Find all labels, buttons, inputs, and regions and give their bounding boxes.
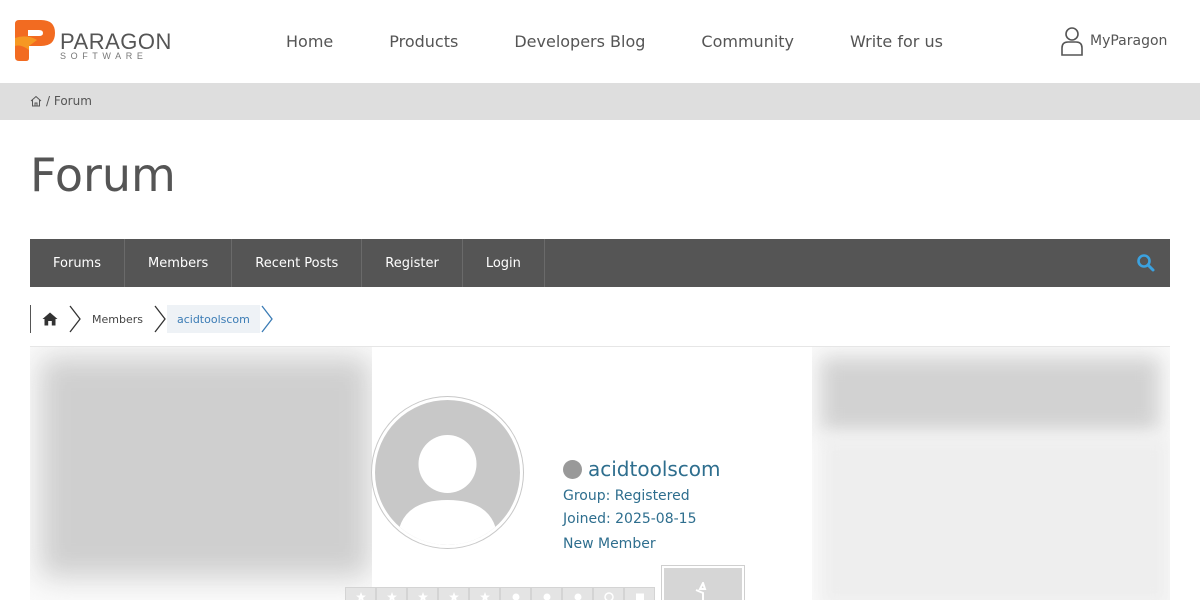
gear-icon — [500, 587, 531, 600]
star-icon — [469, 587, 500, 600]
search-icon[interactable] — [1136, 253, 1156, 273]
avatar[interactable] — [372, 397, 523, 548]
nav-products[interactable]: Products — [389, 32, 458, 51]
forum-crumb-home[interactable] — [30, 305, 68, 333]
member-joined: Joined: 2025-08-15 — [563, 511, 697, 527]
paragon-logo-mark-icon — [15, 20, 55, 61]
cover-blur-right — [820, 437, 1170, 600]
logo-wordmark: PARAGON — [60, 29, 172, 54]
star-icon — [376, 587, 407, 600]
gear-icon — [624, 587, 655, 600]
home-icon[interactable] — [30, 95, 42, 107]
star-icon — [407, 587, 438, 600]
star-icon — [345, 587, 376, 600]
myparagon-link[interactable]: MyParagon — [1060, 26, 1167, 56]
nav-developers-blog[interactable]: Developers Blog — [514, 32, 645, 51]
chevron-right-icon — [69, 305, 81, 333]
forum-nav: Forums Members Recent Posts Register Log… — [30, 239, 1170, 287]
breadcrumb-forum[interactable]: / Forum — [46, 94, 92, 108]
logo-subtitle: SOFTWARE — [60, 51, 148, 61]
default-avatar-icon — [397, 435, 498, 545]
breadcrumb: / Forum — [0, 83, 1200, 120]
nav-write-for-us[interactable]: Write for us — [850, 32, 943, 51]
member-name: acidtoolscom — [588, 457, 721, 481]
nav-community[interactable]: Community — [701, 32, 794, 51]
forum-crumb-members[interactable]: Members — [82, 305, 153, 333]
forum-nav-members[interactable]: Members — [125, 239, 233, 287]
star-icon — [438, 587, 469, 600]
cover-blur-right-top — [820, 357, 1160, 432]
forum-breadcrumb: Members acidtoolscom — [30, 305, 274, 333]
forum-nav-login[interactable]: Login — [463, 239, 545, 287]
gear-icon — [562, 587, 593, 600]
globe-icon — [593, 587, 624, 600]
forum-nav-register[interactable]: Register — [362, 239, 463, 287]
main-nav: Home Products Developers Blog Community … — [258, 0, 971, 83]
paragon-logo[interactable]: PARAGON SOFTWARE — [15, 20, 171, 64]
user-icon — [1061, 27, 1083, 56]
forum-crumb-current[interactable]: acidtoolscom — [166, 305, 260, 333]
nav-home[interactable]: Home — [286, 32, 333, 51]
myparagon-label: MyParagon — [1090, 33, 1168, 49]
home-icon — [42, 312, 57, 326]
offline-status-icon — [563, 459, 582, 479]
chevron-right-icon — [261, 305, 273, 333]
member-rank: New Member — [563, 536, 656, 552]
rank-stars — [345, 587, 655, 600]
gear-icon — [531, 587, 562, 600]
member-group: Group: Registered — [563, 488, 690, 504]
rank-badge-icon — [662, 566, 744, 600]
forum-nav-forums[interactable]: Forums — [30, 239, 125, 287]
cover-blur-left — [40, 357, 370, 577]
forum-nav-recent-posts[interactable]: Recent Posts — [232, 239, 363, 287]
chevron-right-icon — [154, 305, 166, 333]
member-info: acidtoolscom Group: Registered Joined: 2… — [563, 456, 721, 553]
site-header: PARAGON SOFTWARE Home Products Developer… — [0, 0, 1200, 83]
page-title: Forum — [30, 148, 176, 202]
